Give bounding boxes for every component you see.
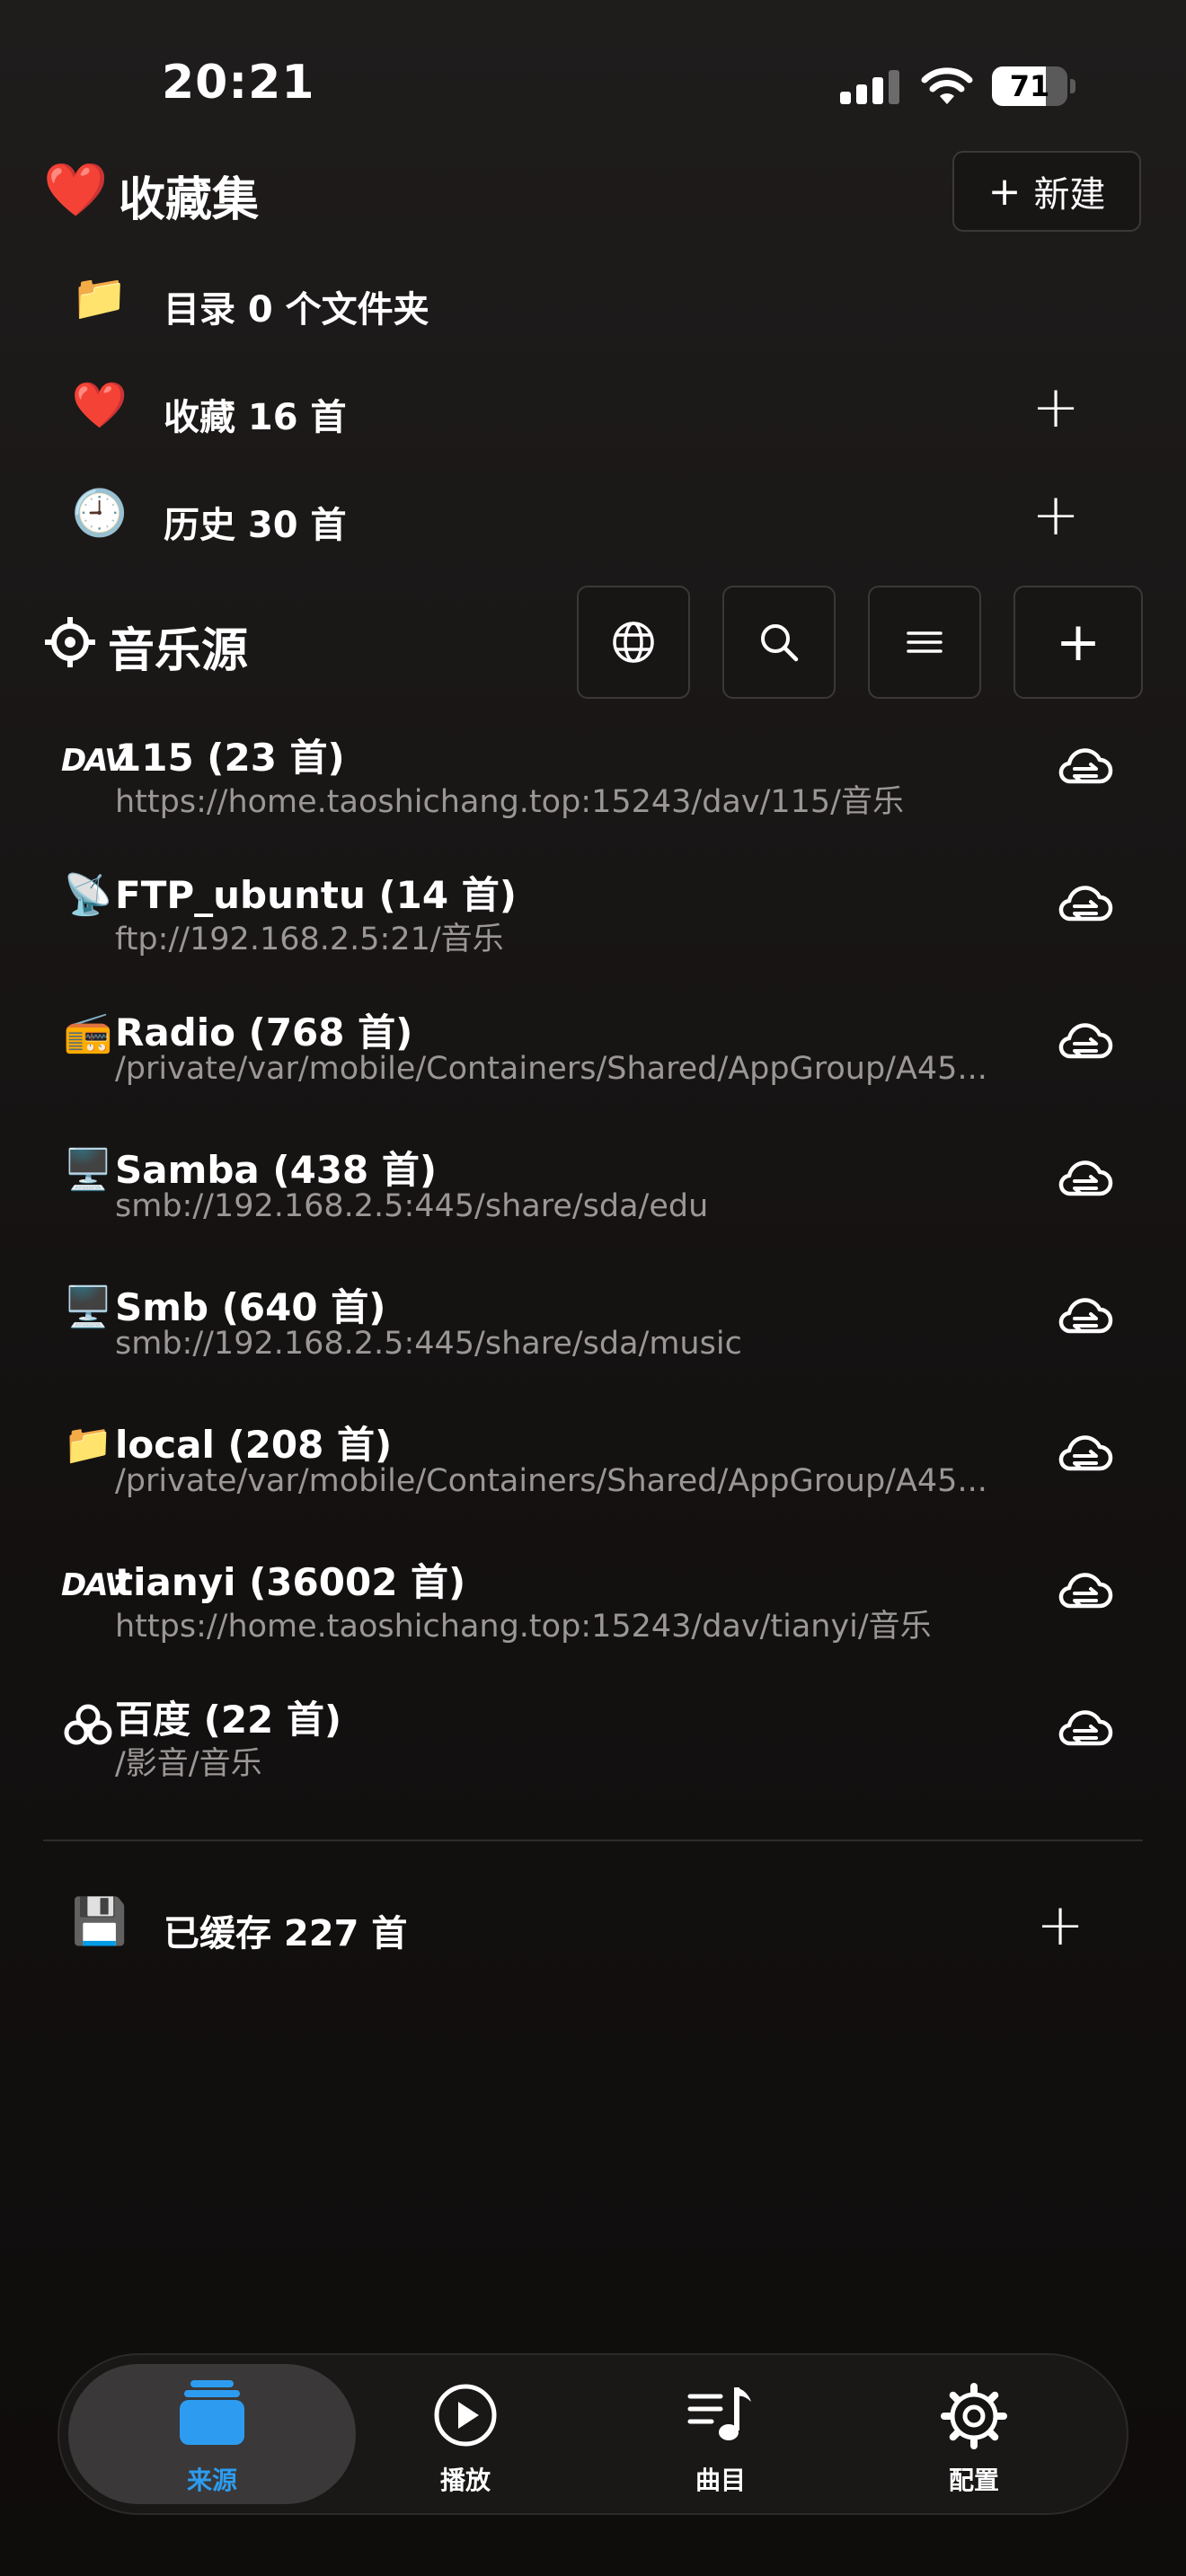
- clock-icon: 🕘: [71, 487, 128, 539]
- collection-item-label: 目录 0 个文件夹: [164, 289, 429, 331]
- source-item-smb[interactable]: 🖥️ Smb (640 首) smb://192.168.2.5:445/sha…: [0, 1268, 1186, 1376]
- stack-icon: [180, 2380, 244, 2445]
- cloud-sync-button[interactable]: [1057, 745, 1114, 790]
- computer-icon: 🖥️: [63, 1147, 113, 1193]
- collections-title: 收藏集: [119, 173, 260, 227]
- collection-item-favorites[interactable]: ❤️ 收藏 16 首: [68, 377, 1146, 446]
- add-source-button[interactable]: +: [1013, 586, 1143, 699]
- menu-button[interactable]: [868, 586, 981, 699]
- source-item-baidu[interactable]: 百度 (22 首) /影音/音乐: [0, 1681, 1186, 1788]
- cloud-sync-icon: [1058, 1160, 1113, 1196]
- tab-settings[interactable]: 配置: [884, 2378, 1064, 2495]
- cloud-sync-icon: [1058, 1023, 1113, 1059]
- source-item-radio[interactable]: 📻 Radio (768 首) /private/var/mobile/Cont…: [0, 993, 1186, 1101]
- source-path: /private/var/mobile/Containers/Shared/Ap…: [115, 1463, 987, 1499]
- source-item-samba[interactable]: 🖥️ Samba (438 首) smb://192.168.2.5:445/s…: [0, 1131, 1186, 1239]
- source-item-ftp-ubuntu[interactable]: 📡 FTP_ubuntu (14 首) ftp://192.168.2.5:21…: [0, 856, 1186, 964]
- source-path: https://home.taoshichang.top:15243/dav/t…: [115, 1609, 932, 1645]
- cloud-sync-button[interactable]: [1057, 883, 1114, 928]
- source-item-local[interactable]: 📁 local (208 首) /private/var/mobile/Cont…: [0, 1406, 1186, 1513]
- source-path: /影音/音乐: [115, 1746, 262, 1782]
- tab-play[interactable]: 播放: [376, 2378, 555, 2495]
- source-name: FTP_ubuntu (14 首): [115, 873, 517, 917]
- wifi-icon: [920, 65, 974, 106]
- cloud-sync-button[interactable]: [1057, 1433, 1114, 1478]
- source-path: https://home.taoshichang.top:15243/dav/1…: [115, 784, 904, 820]
- tab-label: 曲目: [695, 2466, 746, 2495]
- cloud-sync-icon: [1058, 1710, 1113, 1746]
- tab-label: 播放: [439, 2466, 491, 2495]
- source-path: ftp://192.168.2.5:21/音乐: [115, 922, 504, 957]
- source-path: smb://192.168.2.5:445/share/sda/edu: [115, 1188, 709, 1224]
- folder-icon: 📁: [63, 1422, 113, 1468]
- source-name: Radio (768 首): [115, 1010, 413, 1054]
- tab-tracks[interactable]: 曲目: [631, 2378, 810, 2495]
- add-favorites-button[interactable]: +: [1029, 379, 1083, 437]
- music-sources-title: 音乐源: [108, 624, 249, 678]
- status-time: 20:21: [162, 56, 315, 110]
- cloud-sync-button[interactable]: [1057, 1020, 1114, 1065]
- signal-icon: [840, 68, 899, 104]
- cloud-sync-icon: [1058, 748, 1113, 784]
- plus-icon: +: [987, 168, 1022, 215]
- tab-label: 配置: [948, 2466, 999, 2495]
- music-list-icon: [687, 2387, 751, 2440]
- source-name: Samba (438 首): [115, 1148, 438, 1192]
- cloud-sync-icon: [1058, 1435, 1113, 1471]
- search-button[interactable]: [722, 586, 836, 699]
- collection-item-directory[interactable]: 📁 目录 0 个文件夹: [68, 269, 1146, 338]
- play-circle-icon: [434, 2384, 497, 2447]
- heart-icon: ❤️: [71, 379, 128, 431]
- webdav-icon: DAV: [61, 1567, 128, 1603]
- new-button-label: 新建: [1033, 174, 1106, 216]
- add-history-button[interactable]: +: [1029, 487, 1083, 544]
- source-item-115[interactable]: DAV 115 (23 首) https://home.taoshichang.…: [0, 719, 1186, 826]
- heart-icon: ❤️: [43, 159, 109, 220]
- source-name: Smb (640 首): [115, 1285, 386, 1329]
- source-path: /private/var/mobile/Containers/Shared/Ap…: [115, 1051, 987, 1087]
- add-cached-button[interactable]: +: [1033, 1897, 1087, 1954]
- tab-label: 来源: [186, 2466, 237, 2495]
- search-icon: [761, 624, 799, 662]
- source-path: smb://192.168.2.5:445/share/sda/music: [115, 1326, 742, 1362]
- cloud-sync-icon: [1058, 886, 1113, 922]
- source-item-tianyi[interactable]: DAV tianyi (36002 首) https://home.taoshi…: [0, 1543, 1186, 1651]
- satellite-icon: 📡: [63, 872, 113, 918]
- new-collection-button[interactable]: + 新建: [952, 151, 1141, 232]
- source-name: tianyi (36002 首): [115, 1560, 466, 1604]
- source-name: 115 (23 首): [115, 736, 345, 780]
- cloud-sync-icon: [1058, 1298, 1113, 1334]
- collection-item-label: 收藏 16 首: [164, 397, 347, 438]
- cloud-sync-icon: [1058, 1573, 1113, 1609]
- cached-item[interactable]: 💾 已缓存 227 首: [68, 1892, 1057, 1963]
- webdav-icon: DAV: [61, 743, 128, 779]
- cloud-sync-button[interactable]: [1057, 1570, 1114, 1615]
- collection-item-label: 历史 30 首: [164, 505, 347, 546]
- folder-icon: 📁: [71, 271, 128, 323]
- cloud-sync-button[interactable]: [1057, 1707, 1114, 1752]
- computer-icon: 🖥️: [63, 1284, 113, 1330]
- source-name: 百度 (22 首): [115, 1698, 342, 1742]
- globe-icon: [613, 622, 654, 663]
- tab-sources[interactable]: 来源: [122, 2378, 302, 2495]
- battery-icon: 71: [992, 66, 1075, 106]
- gear-icon: [941, 2383, 1007, 2449]
- plus-icon: +: [1055, 611, 1102, 674]
- cached-label: 已缓存 227 首: [164, 1913, 408, 1954]
- source-name: local (208 首): [115, 1423, 393, 1467]
- globe-button[interactable]: [577, 586, 690, 699]
- crosshair-icon: [43, 615, 97, 669]
- cloud-sync-button[interactable]: [1057, 1158, 1114, 1203]
- floppy-disk-icon: 💾: [71, 1895, 128, 1947]
- baidu-cloud-icon: [61, 1702, 115, 1754]
- battery-percent: 71: [1009, 69, 1050, 103]
- cloud-sync-button[interactable]: [1057, 1295, 1114, 1340]
- collection-item-history[interactable]: 🕘 历史 30 首: [68, 485, 1146, 553]
- menu-icon: [907, 631, 943, 653]
- radio-icon: 📻: [63, 1010, 113, 1055]
- divider: [43, 1839, 1143, 1841]
